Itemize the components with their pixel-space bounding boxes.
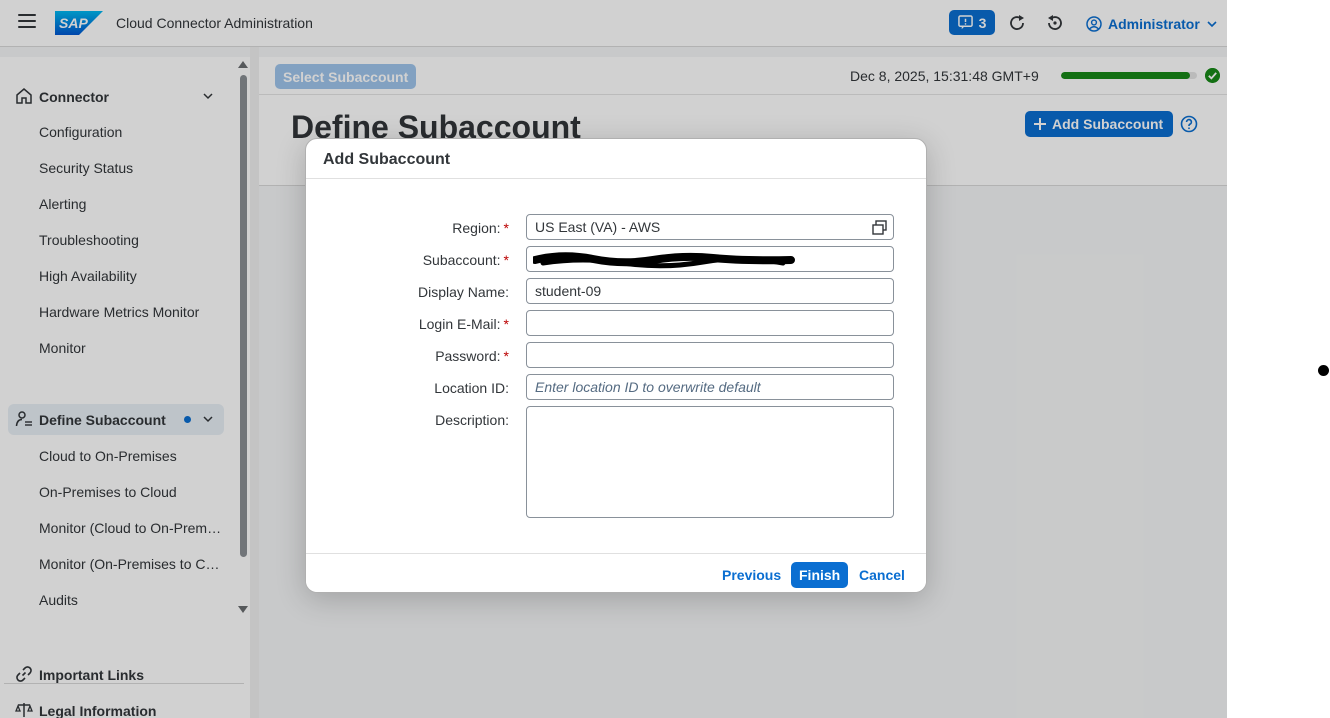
location-id-label: Location ID: bbox=[434, 380, 509, 396]
display-name-label: Display Name: bbox=[417, 284, 509, 300]
value-help-icon[interactable] bbox=[872, 220, 887, 235]
dialog-title: Add Subaccount bbox=[323, 151, 451, 168]
password-label: Password: * bbox=[435, 348, 509, 364]
region-value: US East (VA) - AWS bbox=[535, 219, 661, 235]
region-label: Region: * bbox=[452, 220, 509, 236]
subaccount-field[interactable] bbox=[526, 246, 894, 272]
subaccount-label: Subaccount: * bbox=[422, 252, 509, 268]
redaction-scribble bbox=[533, 252, 795, 269]
finish-button[interactable]: Finish bbox=[791, 562, 849, 588]
cursor-dot bbox=[1318, 365, 1329, 376]
previous-button[interactable]: Previous bbox=[714, 562, 789, 588]
dialog-header: Add Subaccount bbox=[306, 139, 926, 179]
description-textarea[interactable] bbox=[526, 406, 894, 518]
display-name-field[interactable]: student-09 bbox=[526, 278, 894, 304]
region-field[interactable]: US East (VA) - AWS bbox=[526, 214, 894, 240]
dialog-footer: Previous Finish Cancel bbox=[306, 553, 926, 592]
cancel-button[interactable]: Cancel bbox=[851, 562, 913, 588]
description-label: Description: bbox=[435, 412, 509, 428]
add-subaccount-dialog: Add Subaccount Region: * US East (VA) - A… bbox=[305, 138, 927, 593]
location-id-field[interactable]: Enter location ID to overwrite default bbox=[526, 374, 894, 400]
login-email-label: Login E-Mail: * bbox=[418, 316, 509, 332]
login-email-field[interactable] bbox=[526, 310, 894, 336]
password-field[interactable] bbox=[526, 342, 894, 368]
app-window: SAP Cloud Connector Administration 3 Adm… bbox=[0, 0, 1227, 718]
